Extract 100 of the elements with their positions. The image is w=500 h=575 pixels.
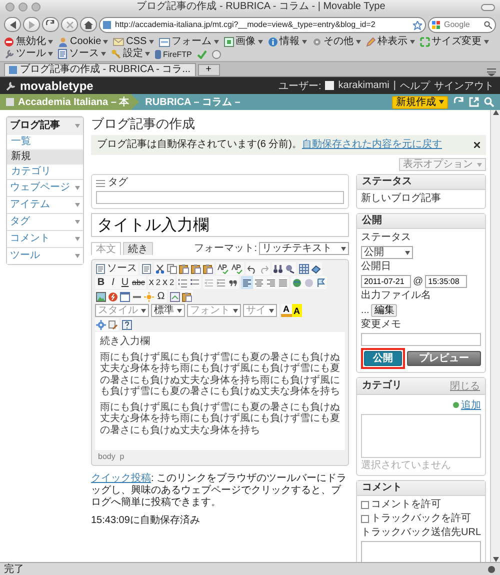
toolbar-button[interactable]: ソース [95,262,138,275]
toolbar-menu-button[interactable]: Cookie [58,36,108,48]
status-select[interactable]: 公開 [361,246,413,259]
toolbar-button[interactable] [107,290,119,303]
editor-path: body p [97,451,126,463]
toolbar-button[interactable] [284,262,296,275]
toolbar-button[interactable] [190,262,202,275]
title-field[interactable]: タイトル入力欄 [91,213,349,237]
toolbar-button[interactable] [298,262,310,275]
caret-icon [405,250,410,254]
toolbar-menu-button[interactable]: 情報 [268,36,307,48]
toolbar-menu-button[interactable]: ツール [4,48,53,60]
caret-icon [233,308,238,312]
envelope-icon [113,38,124,46]
search-engine-icon [432,20,440,28]
preview-button[interactable]: プレビュー [407,351,481,366]
sidebar-section[interactable]: ブログ記事 [7,117,83,134]
sidebar-section[interactable]: ツール [7,247,83,264]
wrench-icon [4,49,14,59]
page-title: ブログ記事の作成 [91,116,196,132]
fireftp-button[interactable]: FireFTP [155,50,192,58]
new-tab-button[interactable]: + [198,64,220,76]
date-field[interactable]: 2011-07-21 [361,275,411,288]
sidebar-item[interactable]: 新規 [7,149,83,164]
toolbar-button[interactable] [230,262,244,275]
toolbar-button[interactable] [121,318,133,331]
toolbar-button[interactable] [291,276,304,289]
toolbar-select[interactable]: 標準 [151,304,185,317]
toolbar-button[interactable] [107,318,119,331]
toolbar-menu-button[interactable]: ソース [58,48,106,60]
toolbar-button[interactable]: I [107,276,119,289]
toolbar-button[interactable] [315,276,328,289]
home-button[interactable] [80,17,97,32]
field-label: トラックバック送信先URL [361,527,481,539]
editor-tab[interactable]: 続き [123,242,153,255]
quote-icon [228,278,238,288]
page-icon [142,264,150,274]
bullet-list-icon [190,278,200,288]
format-select[interactable]: リッチテキスト [259,242,349,255]
header-link[interactable]: ヘルプ [400,78,430,92]
toolbar-button[interactable]: Ω [155,290,167,303]
toolbar-button[interactable] [241,276,254,289]
field-label: 公開日 [361,261,392,273]
reload-button[interactable] [42,17,59,32]
toolbar-menu-button[interactable]: サイズ変更 [420,36,489,48]
quick-post-link[interactable]: クイック投稿 [91,473,151,484]
toolbar-button[interactable]: U [119,276,131,289]
time-field[interactable]: 15:35:08 [425,275,468,288]
toolbar-menu-button[interactable]: 無効化 [4,36,53,48]
toolbar-button[interactable] [119,290,131,303]
toolbar-button[interactable] [95,290,107,303]
toolbar-button[interactable] [154,262,166,275]
field-label: ステータス [361,232,412,244]
image-icon [224,37,234,47]
toolbar-button[interactable] [178,262,190,275]
toolbar-button[interactable] [272,262,284,275]
toolbar-menu-button[interactable]: 画像 [224,36,263,48]
back-icon [8,20,16,28]
checkbox[interactable] [361,515,369,523]
checkbox[interactable] [361,501,369,509]
toolbar-menu-button[interactable]: 枠表示 [366,36,415,48]
toolbar-button[interactable] [202,262,214,275]
search-icon [484,20,492,28]
toolbar-button[interactable]: B [95,276,107,289]
browser-tab[interactable]: ブログ記事の作成 - RUBRICA - コラ... [4,63,196,76]
toolbar-button[interactable] [181,290,193,303]
toolbar-button[interactable] [169,290,181,303]
back-button[interactable] [4,17,21,32]
toolbar-menu-button[interactable]: その他 [312,36,361,48]
stop-button[interactable] [61,17,78,32]
restore-link[interactable]: 自動保存された内容を元に戻す [302,139,442,150]
toolbar-menu-button[interactable]: フォーム [158,36,219,48]
new-button[interactable]: 新規作成 [392,96,448,108]
highlight-button[interactable]: A [292,304,302,317]
address-bar[interactable]: http://accademia-italiana.jp/mt.cgi?__mode=view&_type=entry&blog_id=2 [99,16,426,32]
status-text: 新しいブログ記事 [361,193,442,205]
table-icon [299,264,309,274]
scrollbar[interactable] [490,110,500,562]
toolbar-menu-button[interactable]: 設定 [111,48,150,60]
add-link[interactable]: 追加 [461,398,481,412]
toolbar-button[interactable] [216,262,230,275]
form-icon [158,38,170,46]
editor-body[interactable]: 続き入力欄 雨にも負けず風にも負けず雪にも夏の暑さにも負けぬ丈夫な身体を持ち雨にも負けず風にも負けず雪にも夏の暑さにも負けぬ丈夫な身体を持ち雨にも負けず風にも負けず雪にも夏の暑さにも負けぬ丈夫な身体を持ち 雨にも負けず風にも負けず雪にも夏の暑さにも負けぬ丈夫な身体を持ち雨にも負けず風にも負けず雪にも夏の暑さにも負けぬ丈夫な身体を持ち [95,332,345,450]
help-icon [122,320,132,330]
forward-button[interactable] [23,17,40,32]
edit-button[interactable]: 編集 [371,304,398,317]
caret-icon [145,52,150,56]
drag-handle-icon [96,180,105,186]
search-field[interactable]: Google [428,16,496,32]
tags-field[interactable] [96,191,344,204]
toolbar-button[interactable] [177,276,190,289]
toolbar-menu-button[interactable]: CSS [113,36,154,48]
username[interactable]: karakimami [338,80,390,91]
header-link[interactable]: サインアウト [434,78,494,92]
plug-icon [155,50,161,58]
memo-field[interactable] [361,333,481,346]
caret-icon [214,40,219,44]
logo[interactable]: movabletype [20,78,274,92]
toolbar-button[interactable]: abc [131,276,146,289]
publish-button[interactable]: 公開 [364,351,402,366]
